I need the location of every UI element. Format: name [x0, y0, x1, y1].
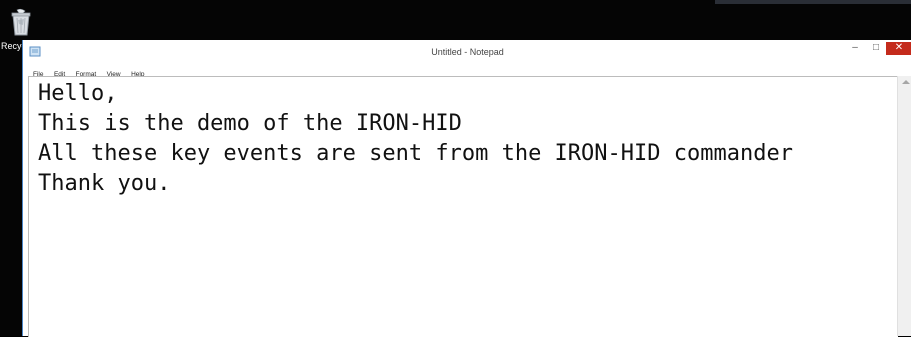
editor-line: Hello,	[38, 81, 118, 106]
minimize-button[interactable]: –	[848, 42, 862, 55]
editor-line: This is the demo of the IRON-HID	[38, 111, 462, 136]
vertical-scrollbar[interactable]	[897, 76, 911, 336]
scroll-up-arrow-icon[interactable]	[902, 80, 910, 84]
close-button[interactable]: ✕	[886, 42, 911, 55]
editor-line: Thank you.	[38, 171, 171, 196]
editor-line: All these key events are sent from the I…	[38, 141, 793, 166]
recycle-bin-icon[interactable]	[8, 7, 34, 37]
notepad-window[interactable]: Untitled - Notepad – □ ✕ File Edit Forma…	[22, 40, 911, 337]
window-title: Untitled - Notepad	[431, 47, 504, 57]
menu-bar: File Edit Format View Help	[23, 63, 911, 78]
maximize-button[interactable]: □	[869, 42, 883, 55]
text-editor[interactable]: Hello, This is the demo of the IRON-HID …	[28, 76, 898, 337]
title-bar[interactable]: Untitled - Notepad – □ ✕	[23, 40, 911, 60]
taskbar-edge	[715, 0, 911, 4]
